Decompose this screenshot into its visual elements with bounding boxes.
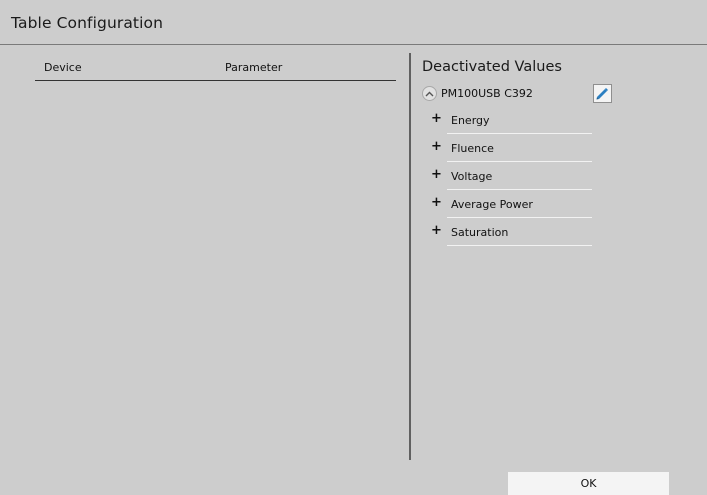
edit-button[interactable] <box>593 84 612 103</box>
active-table-panel: Device Parameter <box>0 45 408 465</box>
table-configuration-dialog: Table Configuration Device Parameter Dea… <box>0 0 707 495</box>
item-separator <box>447 189 592 190</box>
dialog-title: Table Configuration <box>11 14 164 32</box>
deactivated-values-panel: Deactivated Values PM100USB C392 + Energ… <box>411 45 707 465</box>
plus-icon[interactable]: + <box>431 111 442 126</box>
list-item-saturation[interactable]: + Saturation <box>431 220 601 248</box>
plus-icon[interactable]: + <box>431 223 442 238</box>
column-header-device[interactable]: Device <box>44 61 82 74</box>
item-separator <box>447 161 592 162</box>
parameter-label: Voltage <box>451 170 493 183</box>
item-separator <box>447 217 592 218</box>
ok-button[interactable]: OK <box>508 472 669 495</box>
pencil-icon <box>596 88 608 100</box>
deactivated-values-title: Deactivated Values <box>422 59 562 75</box>
device-label: PM100USB C392 <box>441 87 533 100</box>
table-header: Device Parameter <box>35 61 396 81</box>
title-bar: Table Configuration <box>0 0 707 45</box>
parameter-label: Average Power <box>451 198 533 211</box>
plus-icon[interactable]: + <box>431 195 442 210</box>
plus-icon[interactable]: + <box>431 139 442 154</box>
list-item-average-power[interactable]: + Average Power <box>431 192 601 220</box>
device-row[interactable]: PM100USB C392 <box>422 85 622 105</box>
deactivated-parameter-list: + Energy + Fluence + Voltage + Average P… <box>431 108 601 248</box>
column-header-parameter[interactable]: Parameter <box>225 61 282 74</box>
item-separator <box>447 133 592 134</box>
parameter-label: Saturation <box>451 226 509 239</box>
parameter-label: Energy <box>451 114 490 127</box>
list-item-voltage[interactable]: + Voltage <box>431 164 601 192</box>
parameter-label: Fluence <box>451 142 494 155</box>
list-item-energy[interactable]: + Energy <box>431 108 601 136</box>
list-item-fluence[interactable]: + Fluence <box>431 136 601 164</box>
plus-icon[interactable]: + <box>431 167 442 182</box>
item-separator <box>447 245 592 246</box>
chevron-up-icon[interactable] <box>422 86 437 101</box>
